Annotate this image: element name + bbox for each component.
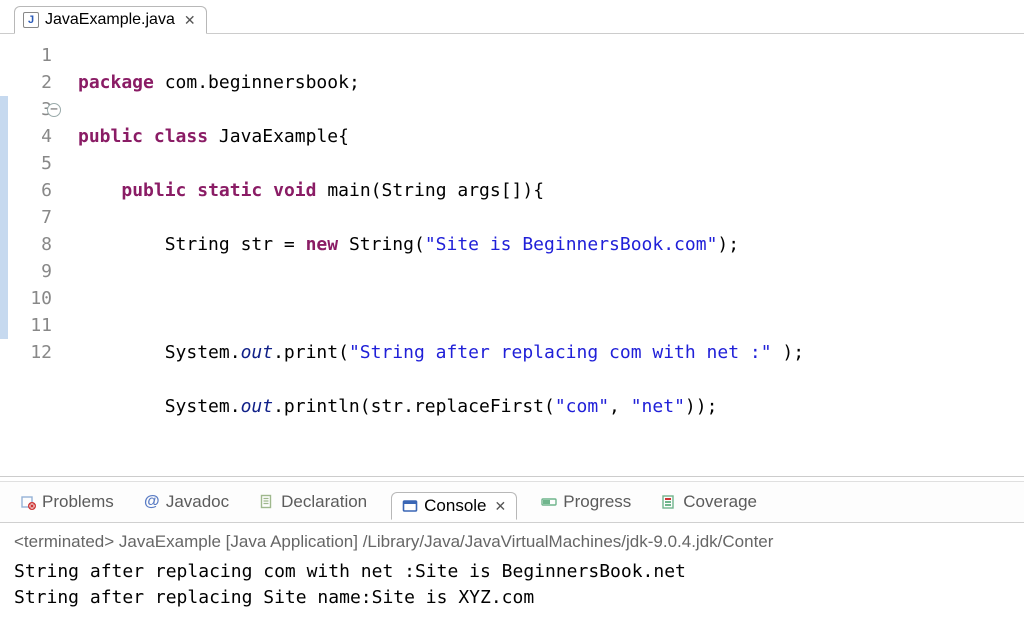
fold-toggle-icon[interactable]: − [47, 103, 61, 117]
tab-progress[interactable]: Progress [535, 490, 637, 514]
tab-label: Declaration [281, 492, 367, 512]
tab-label: Coverage [683, 492, 757, 512]
editor-tab-filename: JavaExample.java [45, 11, 175, 29]
line-number: 5 [0, 150, 52, 177]
code-line: String str = new String("Site is Beginne… [78, 231, 1024, 258]
bottom-view-tabs: Problems @ Javadoc Declaration Console ✕… [0, 482, 1024, 523]
tab-declaration[interactable]: Declaration [253, 490, 373, 514]
tab-problems[interactable]: Problems [14, 490, 120, 514]
line-number: 3− [0, 96, 52, 123]
problems-icon [20, 494, 36, 510]
close-icon[interactable]: ✕ [495, 498, 507, 515]
code-line [78, 447, 1024, 474]
line-number: 7 [0, 204, 52, 231]
code-line: System.out.print("String after replacing… [78, 339, 1024, 366]
tab-label: Console [424, 496, 486, 516]
tab-label: Problems [42, 492, 114, 512]
console-run-header: <terminated> JavaExample [Java Applicati… [14, 529, 1010, 555]
code-line: public class JavaExample{ [78, 123, 1024, 150]
code-editor[interactable]: 1 2 3− 4 5 6 7 8 9 10 11 12 package com.… [0, 34, 1024, 476]
line-number: 12 [0, 339, 52, 366]
code-line: System.out.println(str.replaceFirst("com… [78, 393, 1024, 420]
line-number-gutter: 1 2 3− 4 5 6 7 8 9 10 11 12 [0, 42, 62, 476]
line-number: 9 [0, 258, 52, 285]
javadoc-icon: @ [144, 494, 160, 510]
console-output-line: String after replacing Site name:Site is… [14, 585, 1010, 611]
progress-icon [541, 494, 557, 510]
code-line [78, 285, 1024, 312]
java-file-icon: J [23, 12, 39, 28]
code-line: package com.beginnersbook; [78, 69, 1024, 96]
console-icon [402, 498, 418, 514]
tab-javadoc[interactable]: @ Javadoc [138, 490, 235, 514]
code-line: public static void main(String args[]){ [78, 177, 1024, 204]
line-number: 11 [0, 312, 52, 339]
declaration-icon [259, 494, 275, 510]
tab-label: Javadoc [166, 492, 229, 512]
tab-label: Progress [563, 492, 631, 512]
line-number: 10 [0, 285, 52, 312]
code-content[interactable]: package com.beginnersbook; public class … [62, 42, 1024, 476]
tab-coverage[interactable]: Coverage [655, 490, 763, 514]
close-icon[interactable]: ✕ [184, 12, 196, 29]
line-number: 4 [0, 123, 52, 150]
tab-console[interactable]: Console ✕ [391, 492, 517, 520]
console-output-line: String after replacing com with net :Sit… [14, 559, 1010, 585]
editor-tab-bar: J JavaExample.java ✕ [0, 0, 1024, 34]
coverage-icon [661, 494, 677, 510]
line-number: 8 [0, 231, 52, 258]
console-panel: <terminated> JavaExample [Java Applicati… [0, 523, 1024, 623]
line-number: 2 [0, 69, 52, 96]
line-number: 1 [0, 42, 52, 69]
editor-tab-active[interactable]: J JavaExample.java ✕ [14, 6, 207, 34]
line-number: 6 [0, 177, 52, 204]
